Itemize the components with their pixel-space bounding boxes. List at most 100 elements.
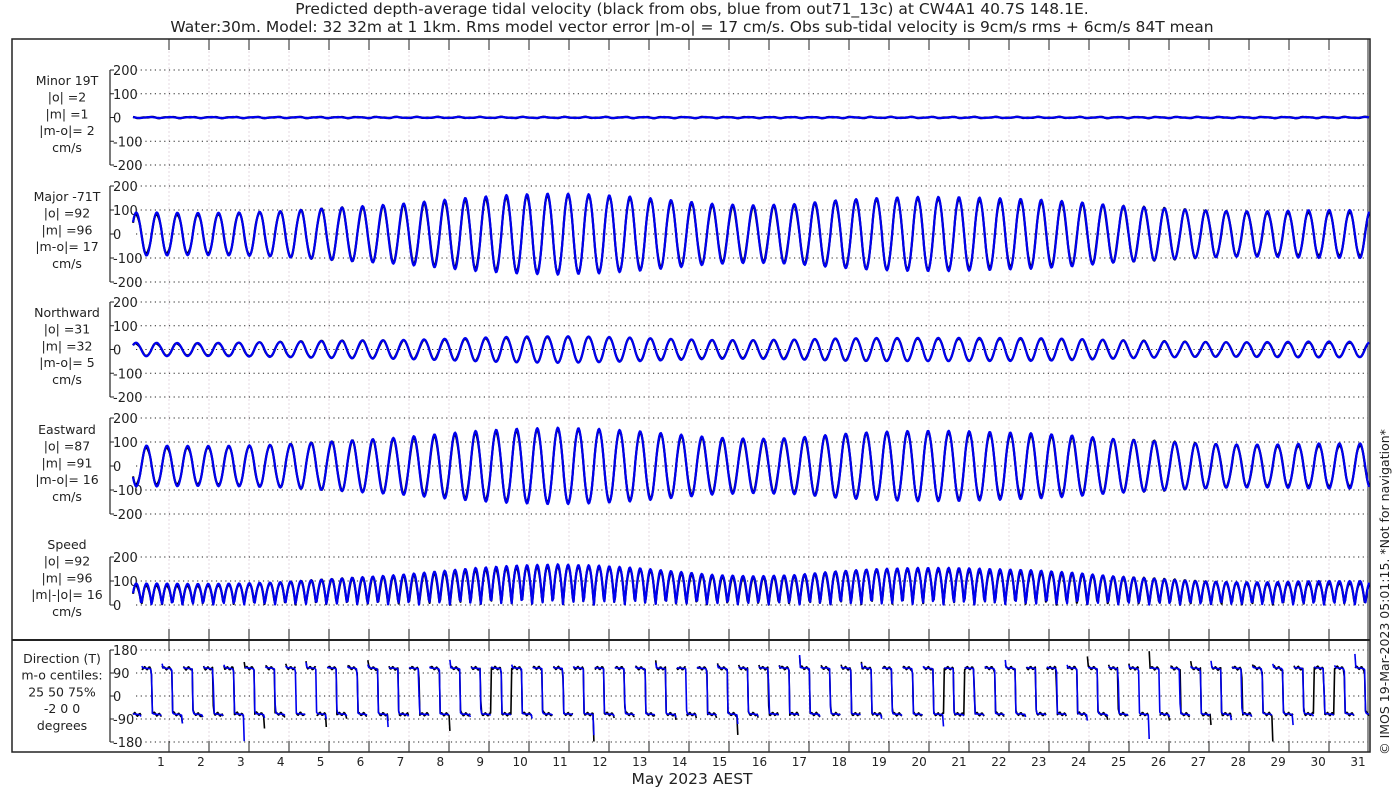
x-tick-label: 30 bbox=[1310, 755, 1325, 769]
y-tick-label: 100 bbox=[113, 436, 138, 451]
x-tick-label: 3 bbox=[237, 755, 245, 769]
series-model-speed bbox=[131, 563, 1371, 606]
panel-label-line: |m-o|= 17 bbox=[35, 239, 98, 254]
series-model-north bbox=[132, 335, 1370, 364]
panel-label-line: cm/s bbox=[52, 140, 82, 155]
y-tick-label: 0 bbox=[113, 690, 121, 705]
x-tick-label: 1 bbox=[157, 755, 165, 769]
x-tick-label: 25 bbox=[1111, 755, 1126, 769]
x-tick-label: 7 bbox=[397, 755, 405, 769]
series-obs-direction bbox=[132, 651, 1370, 742]
panel-label-line: -2 0 0 bbox=[44, 701, 80, 716]
y-tick-label: 180 bbox=[113, 644, 138, 659]
x-tick-label: 12 bbox=[592, 755, 607, 769]
y-tick-label: 200 bbox=[113, 180, 138, 195]
x-tick-label: 13 bbox=[632, 755, 647, 769]
panel-label-line: cm/s bbox=[52, 256, 82, 271]
panel-label-line: Northward bbox=[34, 305, 100, 320]
x-tick-label: 11 bbox=[552, 755, 567, 769]
x-tick-label: 28 bbox=[1231, 755, 1246, 769]
x-tick-label: 18 bbox=[832, 755, 847, 769]
panel-label-line: |m|-|o|= 16 bbox=[31, 587, 103, 602]
panel-label-line: |m| =96 bbox=[42, 570, 93, 585]
panel-label-line: Minor 19T bbox=[36, 73, 99, 88]
panel-label-line: |o| =92 bbox=[44, 206, 90, 221]
x-tick-label: 29 bbox=[1271, 755, 1286, 769]
y-tick-label: -200 bbox=[113, 159, 143, 174]
series-model-major bbox=[131, 192, 1371, 276]
x-tick-label: 19 bbox=[872, 755, 887, 769]
panel-label-line: m-o centiles: bbox=[21, 668, 102, 683]
y-tick-label: 100 bbox=[113, 320, 138, 335]
y-tick-label: 200 bbox=[113, 551, 138, 566]
panel-label-line: |m| =91 bbox=[42, 455, 93, 470]
y-tick-label: 200 bbox=[113, 64, 138, 79]
y-tick-label: 0 bbox=[113, 112, 121, 127]
panel-label-line: Direction (T) bbox=[23, 651, 101, 666]
y-tick-label: 0 bbox=[113, 599, 121, 614]
x-tick-label: 8 bbox=[436, 755, 444, 769]
y-tick-label: 0 bbox=[113, 228, 121, 243]
y-tick-label: -180 bbox=[113, 736, 143, 751]
x-tick-label: 14 bbox=[672, 755, 687, 769]
panel-label-line: |m-o|= 5 bbox=[39, 355, 94, 370]
y-tick-label: 90 bbox=[113, 667, 130, 682]
x-tick-label: 4 bbox=[277, 755, 285, 769]
y-tick-label: 100 bbox=[113, 88, 138, 103]
panel-label-line: cm/s bbox=[52, 489, 82, 504]
panel-label-line: |m| =1 bbox=[46, 106, 89, 121]
x-tick-label: 10 bbox=[512, 755, 527, 769]
panel-label-line: 25 50 75% bbox=[28, 684, 96, 699]
y-tick-label: -200 bbox=[113, 276, 143, 291]
panel-direction: 180 90 0 -90 -180 Direction (T) m-o centiles:2… bbox=[21, 644, 1370, 751]
y-tick-label: -200 bbox=[113, 391, 143, 406]
y-tick-label: -90 bbox=[113, 713, 134, 728]
x-tick-label: 21 bbox=[951, 755, 966, 769]
copyright-note: © IMOS 19-Mar-2023 05:01:15. *Not for na… bbox=[1377, 429, 1392, 755]
panel-label-line: |m| =96 bbox=[42, 222, 93, 237]
series-model-east bbox=[131, 426, 1371, 506]
x-tick-label: 15 bbox=[712, 755, 727, 769]
series-model-minor bbox=[132, 115, 1370, 120]
panel-label-line: Major -71T bbox=[34, 189, 101, 204]
y-tick-label: 200 bbox=[113, 412, 138, 427]
x-tick-label: 31 bbox=[1350, 755, 1365, 769]
panel-label-line: cm/s bbox=[52, 372, 82, 387]
panel-label-line: degrees bbox=[37, 718, 87, 733]
x-tick-label: 16 bbox=[752, 755, 767, 769]
y-tick-label: -100 bbox=[113, 484, 143, 499]
y-tick-label: -100 bbox=[113, 135, 143, 150]
panel-label-line: |m| =32 bbox=[42, 338, 93, 353]
y-tick-label: 200 bbox=[113, 296, 138, 311]
y-tick-label: 0 bbox=[113, 344, 121, 359]
panel-label-line: cm/s bbox=[52, 604, 82, 619]
y-tick-label: 0 bbox=[113, 460, 121, 475]
x-tick-label: 20 bbox=[911, 755, 926, 769]
panel-label-line: |o| =31 bbox=[44, 322, 90, 337]
panel-label-line: |o| =2 bbox=[48, 90, 86, 105]
y-tick-label: -100 bbox=[113, 367, 143, 382]
x-tick-label: 2 bbox=[197, 755, 205, 769]
y-tick-label: -100 bbox=[113, 252, 143, 267]
x-tick-label: 9 bbox=[476, 755, 484, 769]
chart-subtitle: Water:30m. Model: 32 32m at 1 1km. Rms m… bbox=[170, 18, 1213, 36]
x-tick-label: 24 bbox=[1071, 755, 1086, 769]
panel-label-line: |o| =92 bbox=[44, 554, 90, 569]
y-tick-label: -200 bbox=[113, 508, 143, 523]
plot-frame bbox=[11, 38, 1371, 753]
x-tick-label: 23 bbox=[1031, 755, 1046, 769]
panel-label-line: Eastward bbox=[38, 422, 96, 437]
panel-label-line: |m-o|= 16 bbox=[35, 472, 98, 487]
series-model-direction bbox=[132, 653, 1370, 742]
chart-title: Predicted depth-average tidal velocity (… bbox=[295, 0, 1088, 19]
x-tick-label: 22 bbox=[991, 755, 1006, 769]
panel-speed: 2001000Speed|o| =92|m| =96|m|-|o|= 16cm/… bbox=[31, 537, 1371, 619]
x-axis-label: May 2023 AEST bbox=[631, 770, 753, 788]
x-tick-label: 17 bbox=[792, 755, 807, 769]
x-tick-label: 5 bbox=[317, 755, 325, 769]
x-tick-label: 27 bbox=[1191, 755, 1206, 769]
x-tick-label: 26 bbox=[1151, 755, 1166, 769]
x-tick-label: 6 bbox=[357, 755, 365, 769]
panel-label-line: |m-o|= 2 bbox=[39, 123, 94, 138]
panel-label-line: Speed bbox=[47, 537, 86, 552]
